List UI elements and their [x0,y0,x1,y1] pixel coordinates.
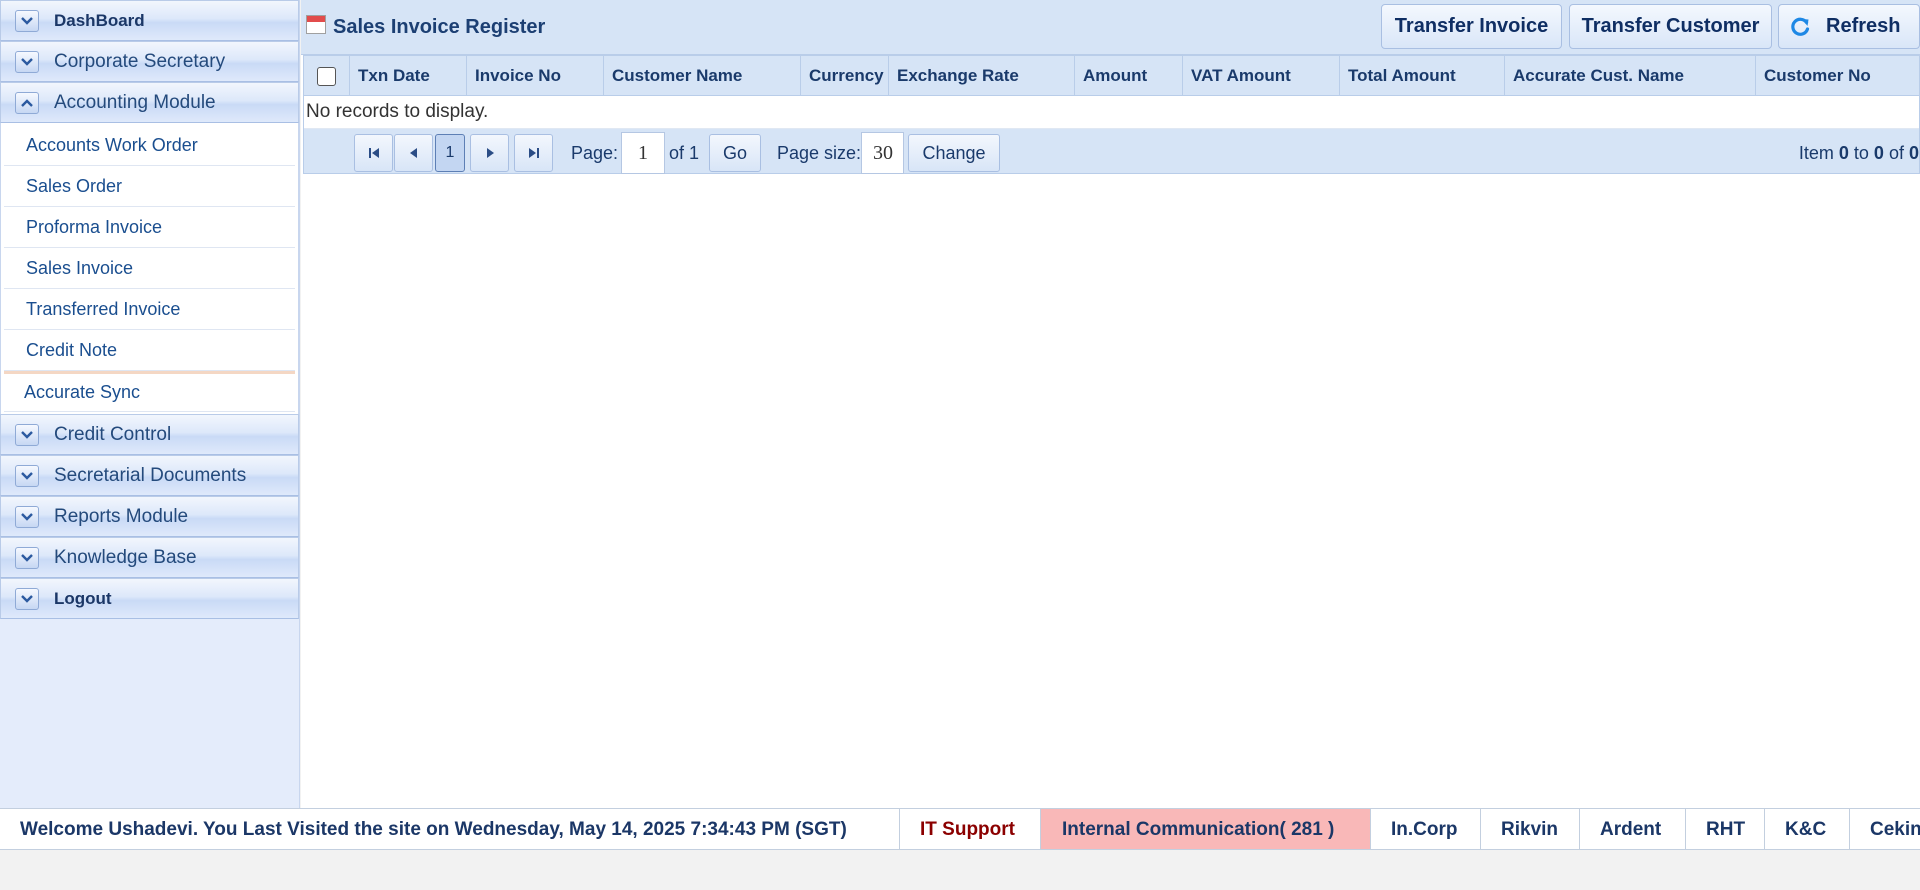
title-bar: Sales Invoice Register Transfer Invoice … [301,0,1920,55]
welcome-message: Welcome Ushadevi. You Last Visited the s… [0,809,900,849]
refresh-icon [1791,17,1810,36]
column-header-invoice-no[interactable]: Invoice No [467,56,604,96]
first-page-button[interactable] [354,134,393,172]
chevron-down-icon[interactable] [15,587,39,610]
sidebar-item-credit-note[interactable]: Credit Note [4,330,295,371]
prev-page-button[interactable] [394,134,433,172]
pager-info-from: 0 [1838,143,1849,163]
chevron-down-icon[interactable] [15,505,39,528]
chevron-down-icon[interactable] [15,50,39,73]
empty-message: No records to display. [304,96,1919,129]
panel-title: Logout [54,588,112,608]
sidebar: DashBoard Corporate Secretary Accounting… [0,0,300,808]
it-support-link[interactable]: IT Support [900,809,1041,849]
last-page-button[interactable] [514,134,553,172]
prev-page-icon [409,148,417,158]
next-page-icon [486,148,494,158]
transfer-customer-button[interactable]: Transfer Customer [1569,4,1772,49]
page-number-button[interactable]: 1 [435,134,465,172]
column-header-amount[interactable]: Amount [1075,56,1183,96]
panel-logout[interactable]: Logout [0,578,299,619]
column-header-txn-date[interactable]: Txn Date [350,56,467,96]
invoice-grid: Txn Date Invoice No Customer Name Curren… [303,55,1920,174]
panel-accounting-module[interactable]: Accounting Module [0,82,299,123]
footer-link-ardent[interactable]: Ardent [1580,809,1686,849]
main-content: Sales Invoice Register Transfer Invoice … [301,0,1920,808]
page-label: Page: [571,143,619,163]
panel-knowledge-base[interactable]: Knowledge Base [0,537,299,578]
footer-link-kc[interactable]: K&C [1765,809,1850,849]
page-input[interactable]: 1 [621,132,665,174]
refresh-label: Refresh [1826,15,1901,37]
pager-info-prefix: Item [1798,143,1834,163]
footer-link-cekin[interactable]: Cekin [1850,809,1920,849]
next-page-button[interactable] [470,134,509,172]
sidebar-item-accurate-sync[interactable]: Accurate Sync [4,371,295,412]
chevron-down-icon[interactable] [15,423,39,446]
page-size-input[interactable]: 30 [861,132,904,174]
panel-reports-module[interactable]: Reports Module [0,496,299,537]
panel-title: Corporate Secretary [54,50,226,72]
page-size-label: Page size: [777,143,862,163]
change-page-size-button[interactable]: Change [908,134,1000,172]
panel-title: DashBoard [54,10,145,30]
select-all-checkbox[interactable] [317,66,336,86]
panel-title: Knowledge Base [54,546,197,568]
pager-info-of-label: of [1888,143,1904,163]
internal-communication-link[interactable]: Internal Communication( 281 ) [1041,809,1371,849]
grid-header: Txn Date Invoice No Customer Name Curren… [304,56,1919,96]
sidebar-item-proforma-invoice[interactable]: Proforma Invoice [4,207,295,248]
pager-info-to-label: to [1853,143,1869,163]
panel-dashboard[interactable]: DashBoard [0,0,299,41]
refresh-button[interactable]: Refresh [1778,4,1920,49]
sidebar-item-sales-order[interactable]: Sales Order [4,166,295,207]
panel-credit-control[interactable]: Credit Control [0,414,299,455]
first-page-icon [368,148,379,158]
panel-corporate-secretary[interactable]: Corporate Secretary [0,41,299,82]
accounting-submenu: Accounts Work Order Sales Order Proforma… [0,123,299,414]
column-header-currency[interactable]: Currency [801,56,889,96]
sidebar-item-transferred-invoice[interactable]: Transferred Invoice [4,289,295,330]
pager-info: Item 0 to 0 of 0 [1799,143,1919,164]
bottom-strip [0,850,1920,890]
chevron-down-icon[interactable] [15,464,39,487]
pager-info-to: 0 [1873,143,1884,163]
footer-link-incorp[interactable]: In.Corp [1371,809,1481,849]
column-header-accurate-cust-name[interactable]: Accurate Cust. Name [1505,56,1756,96]
panel-title: Credit Control [54,423,172,445]
sidebar-item-accounts-work-order[interactable]: Accounts Work Order [4,125,295,166]
page-title: Sales Invoice Register [333,16,546,38]
footer-bar: Welcome Ushadevi. You Last Visited the s… [0,808,1920,850]
column-header-exchange-rate[interactable]: Exchange Rate [889,56,1075,96]
footer-link-rht[interactable]: RHT [1686,809,1765,849]
panel-secretarial-documents[interactable]: Secretarial Documents [0,455,299,496]
sidebar-item-sales-invoice[interactable]: Sales Invoice [4,248,295,289]
column-header-customer-no[interactable]: Customer No [1756,56,1919,96]
panel-title: Reports Module [54,505,189,527]
column-header-total-amount[interactable]: Total Amount [1340,56,1505,96]
pager: 1 Page: 1 of 1 Go Page size: 30 Change I… [304,129,1919,174]
calendar-icon [306,15,326,34]
page-count-label: of 1 [669,143,700,163]
panel-title: Accounting Module [54,91,216,113]
column-header-vat-amount[interactable]: VAT Amount [1183,56,1340,96]
chevron-down-icon[interactable] [15,9,39,32]
column-header-customer-name[interactable]: Customer Name [604,56,801,96]
last-page-icon [528,148,539,158]
chevron-down-icon[interactable] [15,546,39,569]
transfer-invoice-button[interactable]: Transfer Invoice [1381,4,1562,49]
go-button[interactable]: Go [709,134,761,172]
pager-info-total: 0 [1908,143,1919,163]
select-all-cell [304,56,350,96]
chevron-up-icon[interactable] [15,91,39,114]
panel-title: Secretarial Documents [54,464,247,486]
footer-link-rikvin[interactable]: Rikvin [1481,809,1580,849]
